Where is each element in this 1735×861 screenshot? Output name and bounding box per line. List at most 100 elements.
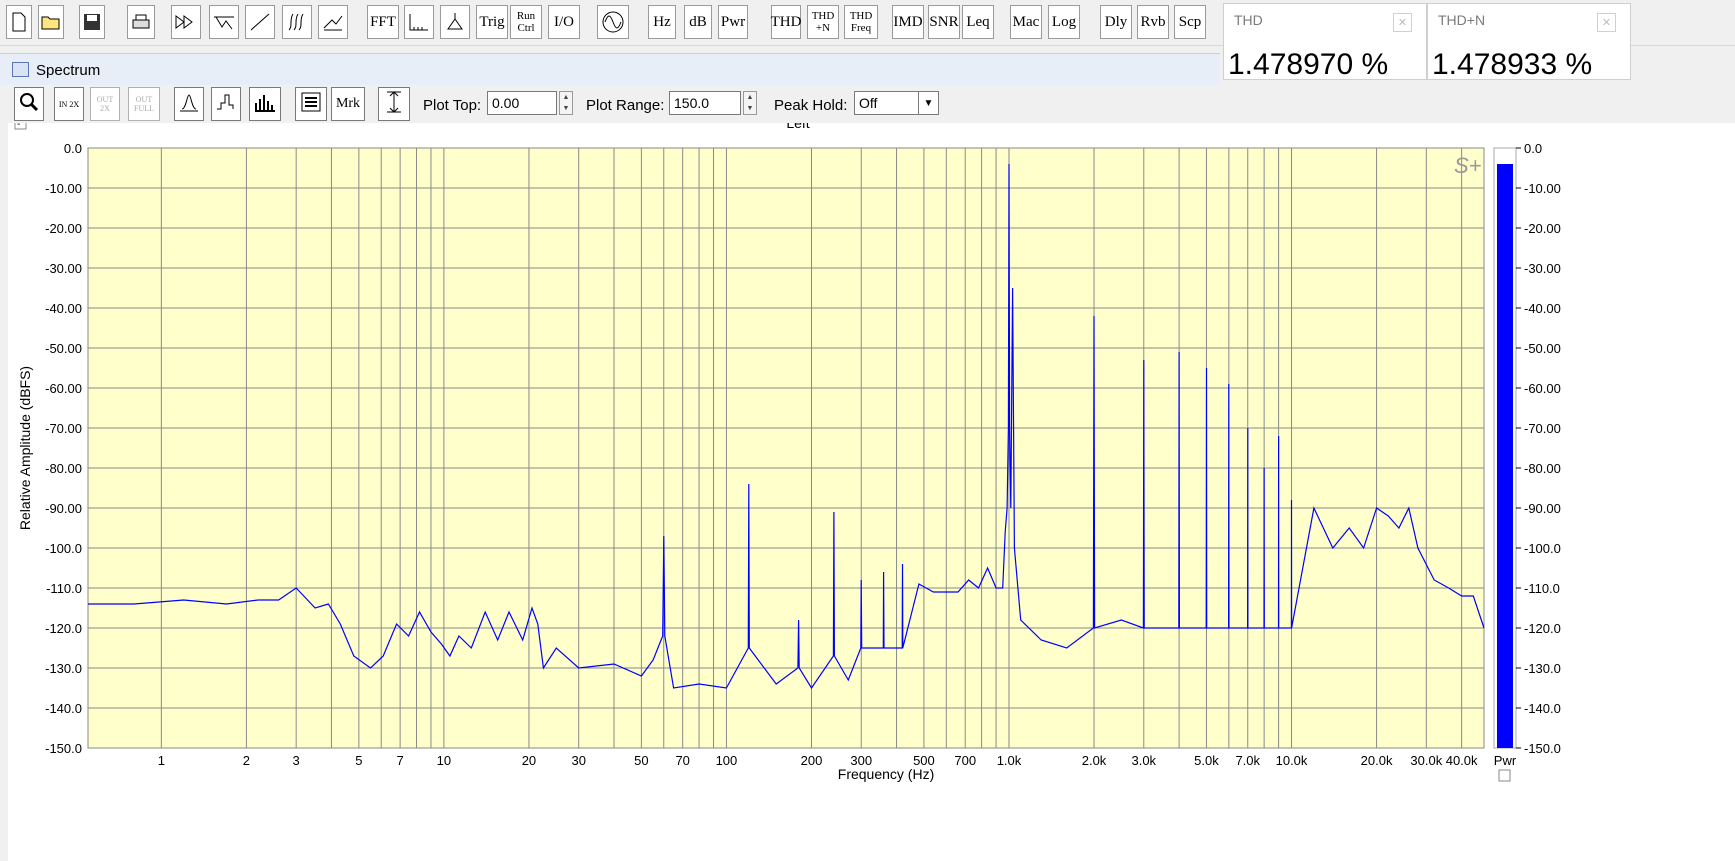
scale-button[interactable] [404, 5, 434, 39]
snr-button[interactable]: SNR [928, 5, 960, 39]
y-tick-label: -80.00 [45, 461, 82, 476]
probe-icon [444, 11, 466, 33]
thd-n-label: THD +N [811, 10, 835, 34]
thd-label: THD [770, 14, 802, 30]
y-tick-label: 0.0 [64, 141, 82, 156]
power-bar-tick-label: -10.00 [1524, 181, 1561, 196]
logo-icon: S+ [1454, 153, 1482, 178]
list-icon [300, 91, 322, 118]
hz-button[interactable]: Hz [648, 5, 676, 39]
plot-toolbar: Plot Top: 0.00 ▲ ▼ Plot Range: 150.0 ▲ ▼ P… [0, 85, 1735, 123]
close-icon[interactable]: ✕ [1597, 13, 1616, 32]
x-tick-label: 30 [571, 753, 585, 768]
thd-freq-button[interactable]: THD Freq [844, 5, 878, 39]
y-tick-label: -20.00 [45, 221, 82, 236]
x-tick-label: 40.0k [1446, 753, 1478, 768]
plot-top-label: Plot Top: [423, 97, 482, 114]
thd-meter-label: THD [1234, 12, 1263, 28]
marker-label: Mrk [335, 96, 361, 111]
thd-button[interactable]: THD [771, 5, 801, 39]
bar-mode-button[interactable] [249, 87, 281, 121]
thd-n-meter-value: 1.478933 % [1432, 48, 1593, 81]
waterfall-button[interactable] [282, 5, 312, 39]
plot-top-stepper[interactable]: ▲ ▼ [559, 91, 573, 115]
y-tick-label: -70.00 [45, 421, 82, 436]
x-tick-label: 5.0k [1194, 753, 1219, 768]
filter-icon [213, 13, 235, 31]
power-bar-tick-label: -120.0 [1524, 621, 1561, 636]
power-bar-tick-label: -80.00 [1524, 461, 1561, 476]
zoom-out-full-button[interactable]: OUT FULL [128, 87, 160, 121]
x-tick-label: 20 [522, 753, 536, 768]
plot-range-stepper[interactable]: ▲ ▼ [743, 91, 757, 115]
io-button[interactable]: I/O [548, 5, 580, 39]
power-bar-tick-label: -90.00 [1524, 501, 1561, 516]
plot-range-input[interactable]: 150.0 [669, 91, 741, 115]
x-tick-label: 1 [158, 753, 165, 768]
x-tick-label: 10 [437, 753, 451, 768]
zoom-button[interactable] [14, 87, 44, 121]
mac-button[interactable]: Mac [1010, 5, 1042, 39]
peak-hold-label: Peak Hold: [774, 97, 848, 114]
thd-n-button[interactable]: THD +N [807, 5, 839, 39]
zoom-out-full-label: OUT FULL [134, 95, 154, 113]
new-file-button[interactable] [6, 5, 32, 39]
line-mode-button[interactable] [174, 87, 204, 121]
fast-forward-button[interactable] [171, 5, 201, 39]
x-tick-label: 5 [355, 753, 362, 768]
leq-button[interactable]: Leq [962, 5, 994, 39]
step-plot-icon [215, 91, 237, 118]
print-button[interactable] [127, 5, 155, 39]
db-button[interactable]: dB [684, 5, 712, 39]
pwr-button[interactable]: Pwr [718, 5, 748, 39]
chart-title: Left [786, 123, 809, 131]
peak-hold-select[interactable]: Off [854, 91, 918, 115]
settings-button[interactable] [295, 87, 327, 121]
generator-button[interactable] [597, 5, 629, 39]
floppy-disk-icon [83, 13, 101, 31]
log-label: Log [1051, 14, 1077, 30]
power-collapse-box [1498, 769, 1511, 782]
autoscale-button[interactable] [378, 87, 410, 121]
dly-button[interactable]: Dly [1100, 5, 1132, 39]
power-bar-tick-label: 0.0 [1524, 141, 1542, 156]
probe-button[interactable] [440, 5, 470, 39]
power-bar-tick-label: -60.00 [1524, 381, 1561, 396]
close-icon[interactable]: ✕ [1393, 13, 1412, 32]
filter-button[interactable] [209, 5, 239, 39]
x-tick-label: 200 [801, 753, 823, 768]
rvb-label: Rvb [1140, 14, 1166, 30]
ramp-button[interactable] [245, 5, 275, 39]
dly-label: Dly [1104, 14, 1128, 30]
surface-button[interactable] [318, 5, 348, 39]
fast-forward-icon [174, 14, 198, 30]
spectrum-window-titlebar: Spectrum [0, 53, 1220, 86]
plot-top-input[interactable]: 0.00 [487, 91, 557, 115]
zoom-out-2x-button[interactable]: OUT 2X [90, 87, 120, 121]
step-mode-button[interactable] [211, 87, 241, 121]
zoom-out-2x-label: OUT 2X [96, 95, 114, 113]
save-button[interactable] [79, 5, 105, 39]
rvb-button[interactable]: Rvb [1137, 5, 1169, 39]
zoom-in-2x-button[interactable]: IN 2X [54, 87, 84, 121]
log-button[interactable]: Log [1048, 5, 1080, 39]
run-ctrl-button[interactable]: Run Ctrl [510, 5, 542, 39]
y-tick-label: -110.0 [46, 581, 82, 596]
x-tick-label: 70 [675, 753, 689, 768]
x-tick-label: 1.0k [997, 753, 1022, 768]
fft-button[interactable]: FFT [367, 5, 399, 39]
imd-button[interactable]: IMD [892, 5, 924, 39]
trig-button[interactable]: Trig [476, 5, 508, 39]
io-label: I/O [554, 14, 574, 30]
db-label: dB [689, 14, 707, 30]
y-tick-label: -90.00 [45, 501, 82, 516]
waterfall-icon [286, 12, 308, 32]
printer-icon [131, 13, 151, 31]
marker-button[interactable]: Mrk [331, 87, 365, 121]
chevron-down-icon[interactable]: ▼ [918, 91, 939, 115]
open-file-button[interactable] [38, 5, 64, 39]
plot-background [87, 147, 1485, 749]
y-tick-label: -130.0 [45, 661, 82, 676]
x-tick-label: 30.0k [1410, 753, 1442, 768]
scp-button[interactable]: Scp [1174, 5, 1206, 39]
